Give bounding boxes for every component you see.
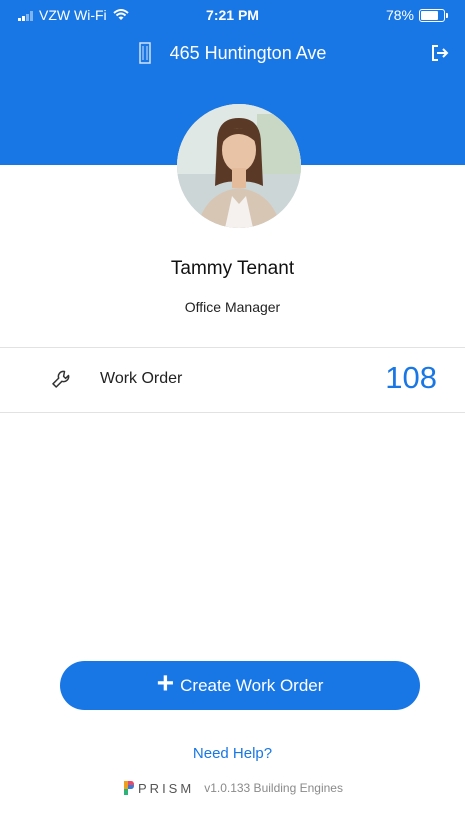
work-order-count: 108 [385,360,437,395]
version-text: v1.0.133 Building Engines [204,781,343,795]
building-name: 465 Huntington Ave [169,42,327,63]
profile-role: Office Manager [184,299,281,315]
work-order-row[interactable]: Work Order 108 [0,348,465,412]
footer: PRISM v1.0.133 Building Engines [0,780,465,796]
battery-icon [419,8,448,22]
building-icon [138,42,151,64]
create-work-order-button[interactable]: + Create Work Order [60,661,420,710]
divider-bottom [0,412,465,413]
prism-brand: PRISM [138,780,195,796]
plus-icon: + [156,667,175,700]
profile-name: Tammy Tenant [170,258,295,279]
work-order-label: Work Order [100,370,183,387]
status-right: 78% [385,7,448,23]
need-help-link[interactable]: Need Help? [0,745,465,762]
prism-logo-icon [124,781,135,795]
create-work-order-label: Create Work Order [180,675,324,695]
building-title[interactable]: 465 Huntington Ave [0,42,465,64]
profile-photo [177,104,301,228]
logout-icon[interactable] [429,42,451,64]
avatar [177,104,301,228]
battery-percent: 78% [385,7,414,23]
wrench-icon [52,370,70,388]
status-bar: VZW Wi-Fi 7:21 PM 78% [0,0,465,30]
